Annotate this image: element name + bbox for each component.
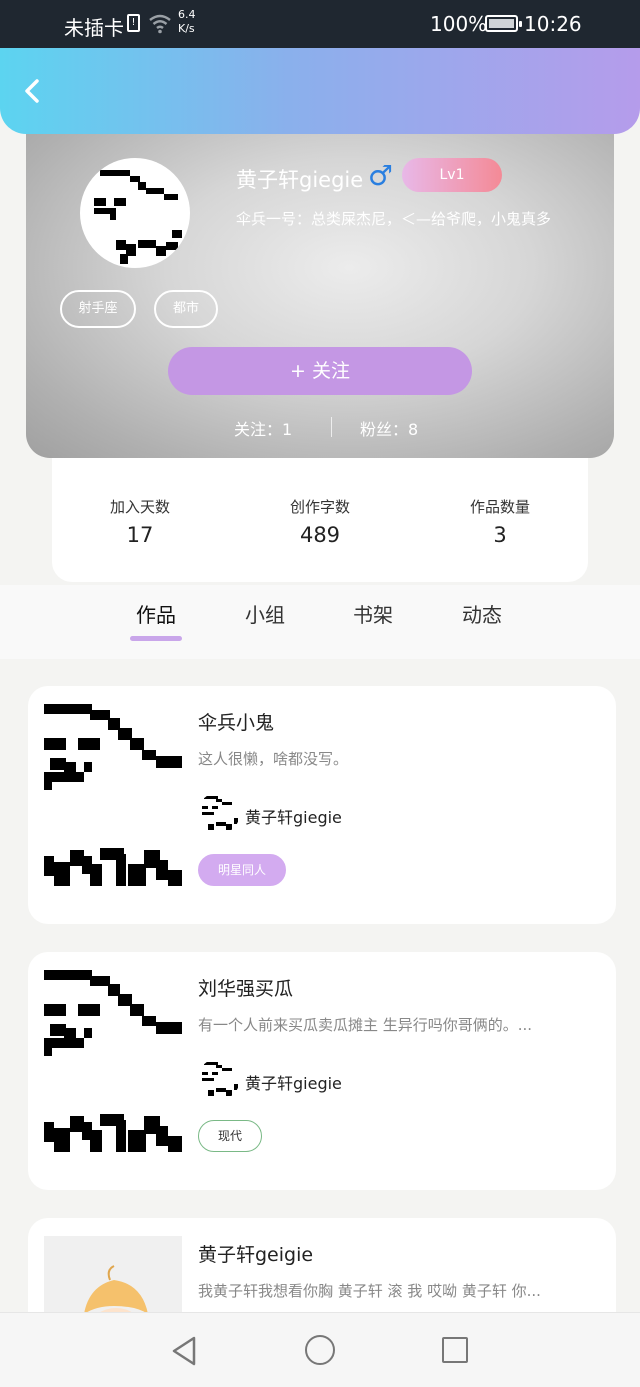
tag-genre[interactable]: 都市 <box>154 290 218 328</box>
net-speed-unit: K/s <box>178 22 195 35</box>
clock: 10:26 <box>524 12 582 36</box>
work-cover-image <box>44 970 182 1160</box>
battery-percent: 100% <box>430 12 488 36</box>
work-description: 这人很懒，啥都没写。 <box>198 750 349 768</box>
stat-value: 17 <box>126 523 154 547</box>
nav-back-icon[interactable] <box>170 1335 198 1367</box>
stat-label: 作品数量 <box>469 498 530 516</box>
genre-chip[interactable]: 明星同人 <box>198 854 286 886</box>
stat-join-days: 加入天数 17 <box>60 496 220 547</box>
work-title: 黄子轩geigie <box>198 1244 314 1266</box>
work-description: 我黄子轩我想看你胸 黄子轩 滚 我 哎呦 黄子轩 你... <box>198 1282 541 1300</box>
work-card[interactable]: 刘华强买瓜 有一个人前来买瓜卖瓜摊主 生异行吗你哥俩的。... 黄子轩giegi… <box>28 952 616 1190</box>
nav-recents-icon[interactable] <box>442 1337 468 1363</box>
stat-label: 创作字数 <box>289 498 350 516</box>
tab-works[interactable]: 作品 <box>136 599 176 628</box>
stats-panel: 加入天数 17 创作字数 489 作品数量 3 <box>52 440 588 582</box>
work-title: 刘华强买瓜 <box>198 978 294 1000</box>
pixel-dog-avatar-image <box>202 796 238 830</box>
system-nav-bar <box>0 1312 640 1387</box>
profile-card: 黄子轩giegie ♂ Lv1 伞兵一号：总类屎杰尼，＜—给爷爬，小鬼真多 射手… <box>26 112 614 458</box>
stat-works-count: 作品数量 3 <box>420 496 580 547</box>
stat-label: 加入天数 <box>109 498 170 516</box>
author-name: 黄子轩giegie <box>245 808 342 827</box>
avatar[interactable] <box>80 158 190 268</box>
profile-bio: 伞兵一号：总类屎杰尼，＜—给爷爬，小鬼真多 <box>236 210 552 228</box>
divider <box>331 417 332 437</box>
network-speed: 6.4 K/s <box>178 8 196 36</box>
stat-word-count: 创作字数 489 <box>240 496 400 547</box>
stat-value: 489 <box>299 523 341 547</box>
tab-activity[interactable]: 动态 <box>462 599 502 628</box>
following-count[interactable]: 关注：1 <box>234 416 292 440</box>
pixel-dog-avatar-image <box>94 170 182 264</box>
work-title: 伞兵小鬼 <box>198 712 275 734</box>
active-tab-indicator <box>130 636 182 641</box>
chevron-left-icon <box>25 79 39 103</box>
follow-button[interactable]: + 关注 <box>168 347 472 395</box>
pixel-dog-image <box>44 704 182 886</box>
followers-count[interactable]: 粉丝：8 <box>360 416 418 440</box>
tab-bookshelf[interactable]: 书架 <box>353 599 393 628</box>
status-bar: 未插卡 ! 6.4 K/s 100% 10:26 <box>0 0 640 48</box>
level-badge: Lv1 <box>402 158 502 192</box>
sim-alert-icon: ! <box>127 14 140 32</box>
nav-home-icon[interactable] <box>305 1335 335 1365</box>
net-speed-value: 6.4 <box>178 8 196 21</box>
work-card[interactable]: 伞兵小鬼 这人很懒，啥都没写。 黄子轩giegie 明星同人 <box>28 686 616 924</box>
author-avatar <box>198 792 240 834</box>
work-cover-image <box>44 704 182 894</box>
genre-chip[interactable]: 现代 <box>198 1120 262 1152</box>
tab-bar: 作品 小组 书架 动态 <box>0 585 640 659</box>
male-gender-icon: ♂ <box>368 159 394 192</box>
profile-username: 黄子轩giegie <box>236 168 364 192</box>
pixel-dog-avatar-image <box>202 1062 238 1096</box>
tab-groups[interactable]: 小组 <box>245 599 285 628</box>
author-name: 黄子轩giegie <box>245 1074 342 1093</box>
carrier-label: 未插卡 <box>64 16 124 40</box>
battery-icon <box>485 15 522 32</box>
header-bar <box>0 48 640 134</box>
back-button[interactable] <box>18 76 48 106</box>
stat-value: 3 <box>493 523 507 547</box>
pixel-dog-image <box>44 970 182 1152</box>
wifi-icon <box>149 14 171 34</box>
author-avatar <box>198 1058 240 1100</box>
work-description: 有一个人前来买瓜卖瓜摊主 生异行吗你哥俩的。... <box>198 1016 533 1034</box>
tag-zodiac[interactable]: 射手座 <box>60 290 136 328</box>
